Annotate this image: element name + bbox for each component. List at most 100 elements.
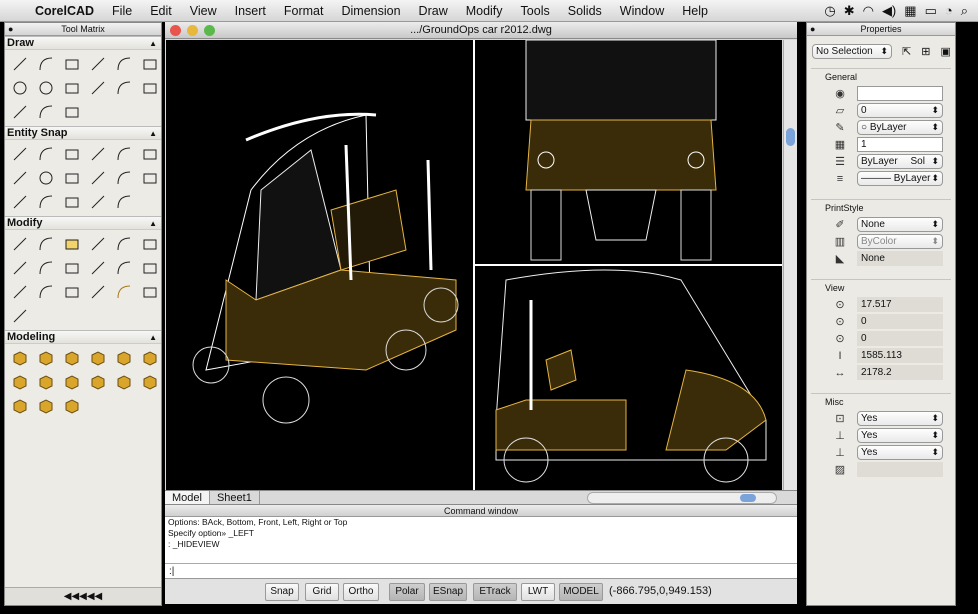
box-icon[interactable] [7, 346, 33, 370]
polygon-icon[interactable] [59, 52, 85, 76]
extend-icon[interactable] [7, 280, 33, 304]
menu-view[interactable]: View [181, 0, 226, 22]
move-icon[interactable] [137, 232, 163, 256]
zoom-window-button[interactable] [204, 25, 215, 36]
edit-hatch-icon[interactable] [85, 280, 111, 304]
close-window-button[interactable] [170, 25, 181, 36]
ellipse-icon[interactable] [33, 76, 59, 100]
lineweight-dropdown[interactable]: ByLayer Sol [857, 154, 943, 169]
wedge-icon[interactable] [33, 346, 59, 370]
cloud-icon[interactable] [7, 100, 33, 124]
offset-icon[interactable] [85, 232, 111, 256]
ucs-origin-dropdown[interactable]: Yes [857, 428, 943, 443]
input-menu-icon[interactable]: ▦ [904, 3, 916, 19]
section-header-modeling[interactable]: Modeling ▲ [5, 330, 161, 344]
snap-perpendicular-icon[interactable] [137, 142, 163, 166]
lwt-toggle[interactable]: LWT [521, 583, 555, 601]
scale-icon[interactable] [7, 256, 33, 280]
linetype-dropdown[interactable]: ○ ByLayer [857, 120, 943, 135]
menu-solids[interactable]: Solids [559, 0, 611, 22]
snap-center-icon[interactable] [33, 166, 59, 190]
esnap-toggle[interactable]: ESnap [429, 583, 467, 601]
scroll-thumb[interactable] [786, 128, 795, 146]
snap-quadrant-icon[interactable] [59, 166, 85, 190]
snap-insertion-icon[interactable] [111, 166, 137, 190]
ucs-icon-on-dropdown[interactable]: Yes [857, 411, 943, 426]
line-icon[interactable] [7, 52, 33, 76]
layer-dropdown[interactable]: 0 [857, 103, 943, 118]
trim-icon[interactable] [137, 256, 163, 280]
snap-toggle[interactable]: Snap [265, 583, 299, 601]
subtract-icon[interactable] [7, 394, 33, 418]
split-icon[interactable] [59, 280, 85, 304]
ortho-toggle[interactable]: Ortho [343, 583, 379, 601]
rectangle-icon[interactable] [85, 52, 111, 76]
quick-select-icon[interactable]: ⊞ [921, 45, 930, 58]
menu-window[interactable]: Window [611, 0, 673, 22]
menu-dimension[interactable]: Dimension [332, 0, 409, 22]
ucs-per-viewport-dropdown[interactable]: Yes [857, 445, 943, 460]
snap-settings-icon[interactable] [85, 190, 111, 214]
collapse-arrow-icon[interactable]: ▲ [149, 333, 161, 342]
freehand-icon[interactable] [85, 76, 111, 100]
sweep-icon[interactable] [59, 370, 85, 394]
snap-parallel-icon[interactable] [7, 166, 33, 190]
grid-toggle[interactable]: Grid [305, 583, 339, 601]
slice-icon[interactable] [59, 394, 85, 418]
loft-icon[interactable] [111, 370, 137, 394]
snap-midpoint-icon[interactable] [33, 142, 59, 166]
printstyle-table-dropdown[interactable]: ByColor [857, 234, 943, 249]
revolve-icon[interactable] [85, 370, 111, 394]
menu-insert[interactable]: Insert [226, 0, 275, 22]
time-machine-icon[interactable]: ◷ [824, 3, 835, 19]
snap-endpoint-icon[interactable] [7, 142, 33, 166]
etrack-toggle[interactable]: ETrack [473, 583, 517, 601]
clock-icon[interactable]: ◔ [945, 3, 953, 19]
model-toggle[interactable]: MODEL [559, 583, 603, 601]
snap-none-icon[interactable] [33, 190, 59, 214]
horizontal-scrollbar[interactable] [587, 492, 777, 504]
menu-format[interactable]: Format [275, 0, 333, 22]
line-style-dropdown[interactable]: ——— ByLayer [857, 171, 943, 186]
battery-icon[interactable]: ▭ [925, 3, 937, 19]
hscroll-thumb[interactable] [740, 494, 756, 502]
torus-icon[interactable] [137, 346, 163, 370]
stretch-icon[interactable] [33, 256, 59, 280]
polyline-icon[interactable] [33, 52, 59, 76]
section-header-modify[interactable]: Modify ▲ [5, 216, 161, 230]
extrude-icon[interactable] [33, 370, 59, 394]
minimize-window-button[interactable] [187, 25, 198, 36]
break-icon[interactable] [33, 280, 59, 304]
menu-app[interactable]: CorelCAD [26, 0, 103, 22]
edit-arc-icon[interactable] [111, 256, 137, 280]
arc-icon[interactable] [137, 52, 163, 76]
chamfer-icon[interactable] [85, 256, 111, 280]
collapse-arrow-icon[interactable]: ▲ [149, 39, 161, 48]
collapse-arrow-icon[interactable]: ▲ [149, 219, 161, 228]
pattern-icon[interactable] [111, 232, 137, 256]
bluetooth-icon[interactable]: ✱ [844, 3, 855, 19]
union-icon[interactable] [137, 370, 163, 394]
drawing-canvas[interactable] [166, 39, 782, 490]
section-header-draw[interactable]: Draw ▲ [5, 36, 161, 50]
selection-dropdown[interactable]: No Selection [812, 43, 892, 59]
spline-icon[interactable] [111, 52, 137, 76]
intersect-icon[interactable] [33, 394, 59, 418]
copy-icon[interactable] [59, 232, 85, 256]
mirror-icon[interactable] [33, 232, 59, 256]
snap-intersection-icon[interactable] [59, 142, 85, 166]
cone-icon[interactable] [59, 346, 85, 370]
fillet-icon[interactable] [59, 256, 85, 280]
spotlight-icon[interactable]: ⌕ [961, 3, 968, 19]
snap-tangent-icon[interactable] [85, 166, 111, 190]
collapse-arrow-icon[interactable]: ▲ [149, 129, 161, 138]
erase-icon[interactable] [7, 232, 33, 256]
snap-track-icon[interactable] [111, 190, 137, 214]
volume-icon[interactable]: ◀) [882, 3, 896, 19]
explode-icon[interactable] [137, 280, 163, 304]
point-icon[interactable] [59, 76, 85, 100]
menu-modify[interactable]: Modify [457, 0, 512, 22]
insert-block-icon[interactable] [137, 76, 163, 100]
snap-nearest-icon[interactable] [137, 166, 163, 190]
close-icon[interactable]: ● [8, 23, 13, 36]
